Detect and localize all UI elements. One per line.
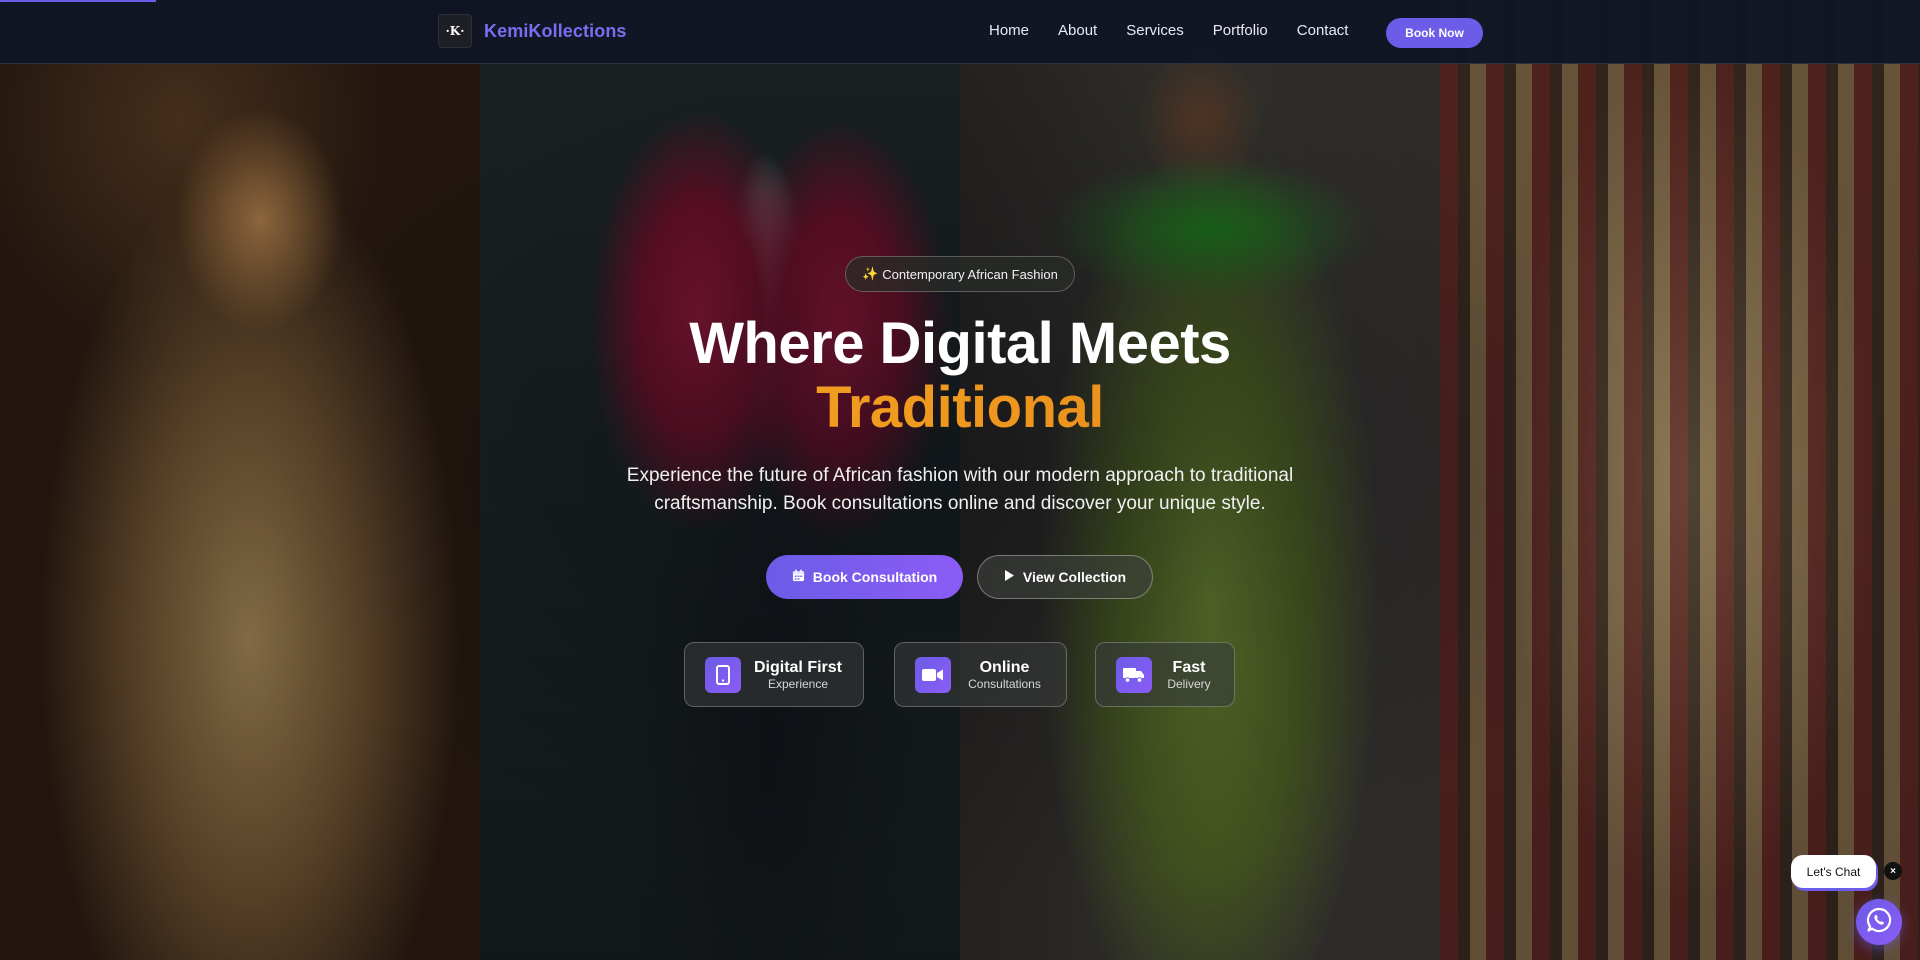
nav-links: Home About Services Portfolio Contact [989, 22, 1348, 39]
nav-link-services[interactable]: Services [1126, 22, 1184, 39]
mobile-phone-icon [705, 656, 741, 693]
scroll-progress-bar [0, 0, 156, 2]
hero-subtitle: Experience the future of African fashion… [626, 465, 1294, 514]
lets-chat-bubble[interactable]: Let's Chat [1791, 855, 1876, 888]
view-collection-label: View Collection [1022, 569, 1127, 585]
feature-title: Digital First [753, 658, 842, 676]
feature-subtitle: Experience [767, 676, 829, 691]
brand-logo: · K · [438, 14, 472, 48]
truck-icon [1116, 656, 1152, 693]
nav-link-home[interactable]: Home [989, 22, 1029, 39]
feature-card-fast-delivery: Fast Delivery [1095, 642, 1235, 707]
brand[interactable]: · K · KemiKollections [438, 14, 627, 48]
calendar-icon [792, 569, 805, 585]
sparkles-icon: ✨ [862, 266, 879, 281]
hero-badge-text: Contemporary African Fashion [882, 266, 1058, 282]
nav-link-contact[interactable]: Contact [1297, 22, 1349, 39]
feature-title: Fast [1172, 658, 1206, 676]
view-collection-button[interactable]: View Collection [977, 555, 1153, 599]
nav-link-portfolio[interactable]: Portfolio [1213, 22, 1268, 39]
hero-title: Where Digital Meets Traditional [560, 312, 1360, 440]
feature-title: Online [979, 658, 1030, 676]
book-consultation-button[interactable]: Book Consultation [766, 555, 963, 599]
book-now-button[interactable]: Book Now [1386, 18, 1483, 48]
video-camera-icon [915, 656, 951, 693]
play-icon [1004, 569, 1015, 585]
chat-close-button[interactable]: × [1884, 862, 1902, 880]
navbar: · K · KemiKollections Home About Services … [0, 0, 1920, 64]
book-consultation-label: Book Consultation [812, 569, 938, 585]
hero-title-highlight: Traditional [560, 376, 1360, 440]
feature-card-online-consultations: Online Consultations [894, 642, 1067, 707]
feature-subtitle: Delivery [1167, 676, 1211, 691]
feature-subtitle: Consultations [968, 676, 1041, 691]
hero-badge: ✨ Contemporary African Fashion [845, 256, 1075, 292]
whatsapp-icon [1866, 907, 1892, 938]
whatsapp-chat-button[interactable] [1856, 899, 1902, 945]
nav-link-about[interactable]: About [1058, 22, 1097, 39]
brand-name: KemiKollections [484, 20, 627, 41]
feature-card-digital-first: Digital First Experience [684, 642, 864, 707]
hero-title-line1: Where Digital Meets [689, 311, 1231, 376]
